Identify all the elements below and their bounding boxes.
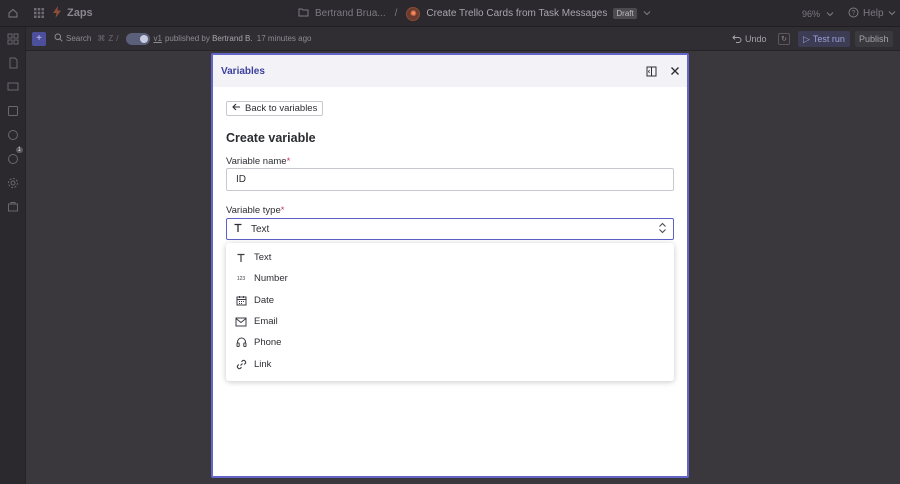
option-label: Text bbox=[254, 252, 272, 264]
shortcut-key: Z bbox=[108, 34, 114, 43]
link-icon bbox=[235, 358, 247, 370]
variable-name-label-text: Variable name bbox=[226, 156, 287, 167]
option-number[interactable]: 123 Number bbox=[226, 268, 674, 289]
test-run-button[interactable]: ▷ Test run bbox=[798, 31, 850, 47]
zap-bolt-icon bbox=[52, 5, 62, 21]
undo-icon bbox=[732, 34, 742, 45]
chevron-down-icon[interactable] bbox=[643, 8, 651, 19]
alerts-icon[interactable]: 1 bbox=[0, 147, 26, 171]
published-prefix: published by bbox=[164, 34, 210, 43]
option-label: Date bbox=[254, 294, 275, 306]
publish-label: Publish bbox=[859, 34, 889, 44]
selected-type: Text bbox=[251, 223, 270, 235]
option-label: Link bbox=[254, 358, 272, 370]
chevron-up-down-icon bbox=[658, 222, 667, 237]
variable-type-select[interactable]: Text bbox=[226, 218, 674, 240]
alerts-badge: 1 bbox=[15, 147, 23, 153]
shortcut-key: ⌘ bbox=[97, 34, 106, 43]
chat-icon[interactable] bbox=[0, 75, 26, 99]
undo-label: Undo bbox=[745, 34, 767, 44]
published-time: 17 minutes ago bbox=[256, 34, 312, 43]
brand-label: Zaps bbox=[67, 7, 93, 19]
editor-toolbar: + Search ⌘ Z / v1 published by Bertrand … bbox=[26, 27, 900, 51]
phone-icon bbox=[235, 337, 247, 349]
variable-type-label-text: Variable type bbox=[226, 205, 281, 216]
modal-title: Variables bbox=[221, 65, 265, 77]
back-button-label: Back to variables bbox=[245, 103, 318, 114]
apps-grid-icon[interactable] bbox=[26, 0, 52, 27]
play-icon: ▷ bbox=[803, 33, 810, 44]
text-icon bbox=[235, 252, 247, 264]
folder-name[interactable]: Bertrand Brua... bbox=[315, 8, 386, 19]
create-variable-heading: Create variable bbox=[226, 131, 316, 145]
zap-app-icon: ✺ bbox=[406, 6, 421, 21]
option-label: Phone bbox=[254, 337, 282, 349]
option-date[interactable]: Date bbox=[226, 290, 674, 311]
undo-button[interactable]: Undo bbox=[732, 27, 767, 51]
zoom-control[interactable]: 96% bbox=[802, 0, 834, 27]
text-icon bbox=[233, 223, 243, 236]
clock-icon: ↻ bbox=[781, 36, 787, 43]
variable-type-dropdown: Text 123 Number Date Email Phone Link bbox=[226, 243, 674, 381]
history-button[interactable]: ↻ bbox=[778, 33, 790, 45]
history-icon[interactable] bbox=[0, 99, 26, 123]
keyboard-shortcut: ⌘ Z / bbox=[97, 34, 118, 43]
chevron-down-icon bbox=[826, 9, 834, 19]
variables-icon[interactable] bbox=[0, 195, 26, 219]
arrow-left-icon bbox=[232, 103, 241, 114]
option-link[interactable]: Link bbox=[226, 353, 674, 374]
folder-icon bbox=[298, 7, 309, 20]
option-label: Number bbox=[254, 273, 288, 285]
search-icon bbox=[54, 33, 63, 44]
variable-type-label: Variable type* bbox=[226, 205, 284, 216]
zap-name[interactable]: Create Trello Cards from Task Messages bbox=[426, 8, 607, 19]
email-icon bbox=[235, 316, 247, 328]
option-email[interactable]: Email bbox=[226, 311, 674, 332]
publish-button[interactable]: Publish bbox=[855, 31, 893, 47]
option-phone[interactable]: Phone bbox=[226, 332, 674, 353]
document-icon[interactable] bbox=[0, 51, 26, 75]
zoom-level: 96% bbox=[802, 8, 821, 19]
versions-icon[interactable] bbox=[0, 123, 26, 147]
help-circle-icon: ? bbox=[848, 7, 859, 21]
version-label[interactable]: v1 bbox=[153, 34, 161, 43]
zap-steps-icon[interactable] bbox=[0, 27, 26, 51]
breadcrumb: Bertrand Brua... / ✺ Create Trello Cards… bbox=[298, 0, 651, 27]
close-icon[interactable] bbox=[668, 64, 682, 78]
help-label: Help bbox=[863, 8, 884, 19]
left-sidebar: 1 bbox=[0, 27, 26, 484]
expand-panel-icon[interactable] bbox=[644, 64, 658, 78]
required-marker: * bbox=[280, 205, 285, 216]
search-label: Search bbox=[66, 34, 92, 43]
option-text[interactable]: Text bbox=[226, 247, 674, 268]
breadcrumb-separator: / bbox=[394, 8, 398, 19]
variable-name-input[interactable] bbox=[226, 168, 674, 191]
published-by: Bertrand B. bbox=[212, 34, 253, 43]
brand[interactable]: Zaps bbox=[52, 5, 93, 21]
status-badge: Draft bbox=[613, 8, 637, 19]
published-info: published by Bertrand B. 17 minutes ago bbox=[165, 34, 312, 43]
back-to-variables-button[interactable]: Back to variables bbox=[226, 101, 324, 116]
zap-on-toggle[interactable] bbox=[126, 32, 151, 45]
chevron-down-icon bbox=[888, 8, 896, 19]
plus-icon: + bbox=[36, 33, 42, 44]
variable-name-label: Variable name* bbox=[226, 156, 290, 167]
modal-header: Variables bbox=[213, 55, 687, 87]
add-step-button[interactable]: + bbox=[32, 31, 46, 46]
number-icon: 123 bbox=[236, 275, 246, 282]
calendar-icon bbox=[235, 294, 247, 306]
svg-text:?: ? bbox=[852, 10, 856, 17]
settings-gear-icon[interactable] bbox=[0, 171, 26, 195]
shortcut-key: / bbox=[116, 34, 119, 43]
search-button[interactable]: Search bbox=[54, 33, 91, 44]
home-icon[interactable] bbox=[0, 0, 26, 27]
test-run-label: Test run bbox=[812, 34, 845, 44]
option-label: Email bbox=[254, 316, 278, 328]
required-marker: * bbox=[286, 156, 291, 167]
variables-modal: Variables Back to variables Create varia… bbox=[211, 53, 689, 478]
help-menu[interactable]: ? Help bbox=[848, 0, 896, 27]
